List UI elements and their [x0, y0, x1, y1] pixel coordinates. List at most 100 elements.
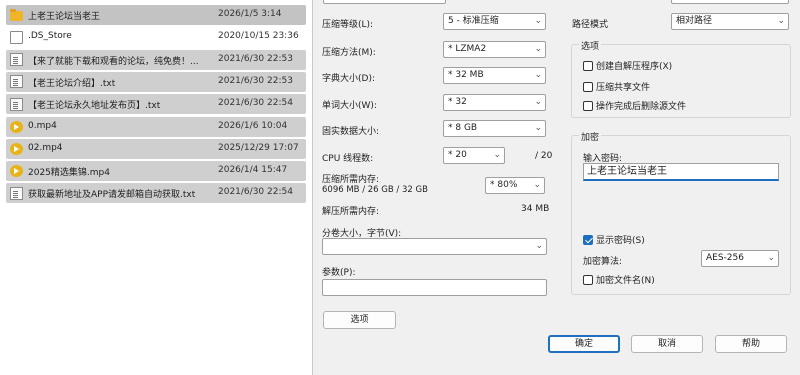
encrypt-names-option[interactable]: 加密文件名(N): [583, 273, 655, 286]
chevron-down-icon: ⌄: [534, 44, 542, 54]
delete-after-option[interactable]: 操作完成后删除源文件: [583, 99, 686, 112]
chevron-down-icon: ⌄: [534, 97, 542, 107]
cpu-threads-max: / 20: [535, 151, 553, 161]
path-mode-select[interactable]: 相对路径 ⌄: [671, 13, 789, 30]
add-to-archive-dialog: 压缩等级(L): 5 - 标准压缩 ⌄ 压缩方法(M): * LZMA2 ⌄ 字…: [312, 0, 800, 375]
cpu-threads-label: CPU 线程数:: [322, 154, 374, 164]
video-file-icon: [10, 165, 23, 178]
delete-after-checkbox[interactable]: [583, 100, 593, 111]
solid-block-value: * 8 GB: [448, 123, 478, 133]
file-row[interactable]: 上老王论坛当老王 2026/1/5 3:14: [6, 5, 306, 25]
password-input[interactable]: 上老王论坛当老王: [583, 163, 779, 181]
compression-level-label: 压缩等级(L):: [322, 20, 374, 30]
file-row[interactable]: 【老王论坛介绍】.txt 2021/6/30 22:53: [6, 71, 306, 92]
file-modified-date: 2021/6/30 22:54: [218, 187, 293, 198]
text-file-icon: [10, 53, 23, 67]
update-mode-field[interactable]: [671, 0, 789, 4]
chevron-down-icon: ⌄: [533, 180, 541, 190]
parameters-label: 参数(P):: [322, 268, 356, 278]
encrypt-names-checkbox[interactable]: [583, 274, 593, 285]
options-button[interactable]: 选项: [323, 311, 396, 329]
memory-usage-label: 压缩所需内存:: [322, 175, 380, 185]
decompress-memory-value: 34 MB: [521, 204, 550, 214]
file-modified-date: 2026/1/4 15:47: [218, 165, 288, 176]
file-modified-date: 2021/6/30 22:54: [218, 98, 293, 109]
word-size-value: * 32: [448, 97, 467, 107]
file-name: 获取最新地址及APP请发邮箱自动获取.txt: [28, 190, 196, 201]
compress-shared-checkbox[interactable]: [583, 81, 593, 92]
chevron-down-icon: ⌄: [767, 253, 775, 263]
memory-usage-value: * 80%: [490, 180, 518, 190]
file-row[interactable]: 02.mp4 2025/12/29 17:07: [6, 138, 306, 159]
file-name: 2025精选集锦.mp4: [28, 168, 110, 179]
text-file-icon: [10, 97, 23, 111]
file-name: 【老王论坛介绍】.txt: [28, 78, 116, 89]
chevron-down-icon: ⌄: [493, 150, 501, 160]
file-name: 上老王论坛当老王: [28, 12, 101, 22]
file-name: 【老王论坛永久地址发布页】.txt: [28, 101, 161, 112]
path-mode-label: 路径模式: [572, 20, 609, 30]
compression-method-value: * LZMA2: [448, 44, 487, 54]
file-name: 02.mp4: [28, 142, 63, 153]
cpu-threads-select[interactable]: * 20 ⌄: [443, 147, 505, 164]
compression-method-select[interactable]: * LZMA2 ⌄: [443, 41, 546, 58]
decompress-memory-label: 解压所需内存:: [322, 207, 380, 217]
file-modified-date: 2025/12/29 17:07: [218, 142, 299, 153]
file-row[interactable]: 2025精选集锦.mp4 2026/1/4 15:47: [6, 161, 306, 182]
create-sfx-option[interactable]: 创建自解压程序(X): [583, 59, 672, 72]
file-name: .DS_Store: [28, 31, 72, 42]
archive-path-field[interactable]: [323, 0, 446, 4]
dictionary-size-select[interactable]: * 32 MB ⌄: [443, 67, 546, 84]
chevron-down-icon: ⌄: [534, 123, 542, 133]
file-name: 0.mp4: [28, 120, 57, 131]
word-size-label: 单词大小(W):: [322, 101, 377, 111]
create-sfx-checkbox[interactable]: [583, 60, 593, 71]
chevron-down-icon: ⌄: [534, 70, 542, 80]
dictionary-size-label: 字典大小(D):: [322, 74, 375, 84]
cancel-button[interactable]: 取消: [631, 335, 703, 353]
compression-method-label: 压缩方法(M):: [322, 48, 376, 58]
file-row[interactable]: 【来了就能下载和观看的论坛，纯免费！... 2021/6/30 22:53: [6, 49, 306, 70]
video-file-icon: [10, 142, 23, 155]
delete-after-label: 操作完成后删除源文件: [596, 102, 687, 112]
memory-usage-select[interactable]: * 80% ⌄: [485, 177, 545, 194]
file-row[interactable]: 0.mp4 2026/1/6 10:04: [6, 116, 306, 137]
split-volume-select[interactable]: ⌄: [322, 238, 547, 255]
memory-usage-detail: 6096 MB / 26 GB / 32 GB: [322, 185, 428, 195]
create-sfx-label: 创建自解压程序(X): [596, 62, 673, 72]
file-modified-date: 2020/10/15 23:36: [218, 31, 299, 42]
compress-shared-label: 压缩共享文件: [596, 83, 651, 93]
options-group-title: 选项: [579, 39, 602, 52]
file-row[interactable]: .DS_Store 2020/10/15 23:36: [6, 27, 306, 48]
chevron-down-icon: ⌄: [534, 16, 542, 26]
word-size-select[interactable]: * 32 ⌄: [443, 94, 546, 111]
file-row[interactable]: 【老王论坛永久地址发布页】.txt 2021/6/30 22:54: [6, 94, 306, 115]
show-password-option[interactable]: 显示密码(S): [583, 233, 645, 246]
text-file-icon: [10, 186, 23, 200]
file-row[interactable]: 获取最新地址及APP请发邮箱自动获取.txt 2021/6/30 22:54: [6, 183, 306, 204]
cpu-threads-value: * 20: [448, 150, 467, 160]
path-mode-value: 相对路径: [676, 16, 713, 26]
encryption-method-value: AES-256: [706, 253, 744, 263]
chevron-down-icon: ⌄: [535, 241, 543, 251]
encrypt-names-label: 加密文件名(N): [596, 276, 655, 286]
ok-button[interactable]: 确定: [548, 335, 620, 353]
parameters-input[interactable]: [322, 279, 547, 296]
compress-shared-option[interactable]: 压缩共享文件: [583, 80, 650, 93]
encryption-group-title: 加密: [579, 130, 602, 143]
help-button[interactable]: 帮助: [715, 335, 787, 353]
chevron-down-icon: ⌄: [777, 16, 785, 26]
dictionary-size-value: * 32 MB: [448, 70, 484, 80]
encryption-method-select[interactable]: AES-256 ⌄: [701, 250, 779, 267]
text-file-icon: [10, 75, 23, 89]
solid-block-label: 固实数据大小:: [322, 127, 380, 137]
compression-level-select[interactable]: 5 - 标准压缩 ⌄: [443, 13, 546, 30]
file-icon: [10, 30, 23, 44]
solid-block-select[interactable]: * 8 GB ⌄: [443, 120, 546, 137]
video-file-icon: [10, 120, 23, 133]
file-modified-date: 2021/6/30 22:53: [218, 75, 293, 86]
folder-icon: [10, 9, 23, 21]
show-password-checkbox[interactable]: [583, 234, 593, 245]
file-modified-date: 2021/6/30 22:53: [218, 53, 293, 64]
file-list: 上老王论坛当老王 2026/1/5 3:14 .DS_Store 2020/10/15…: [0, 0, 312, 375]
